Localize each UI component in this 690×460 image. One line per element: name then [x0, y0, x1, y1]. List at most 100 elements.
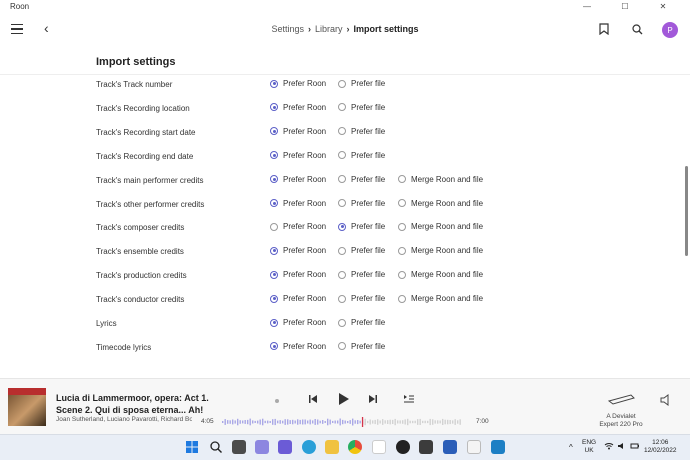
- track-artists[interactable]: Joan Sutherland, Luciano Pavarotti, Rich…: [56, 416, 192, 423]
- radio-option-merge[interactable]: Merge Roon and file: [398, 199, 483, 208]
- radio-button[interactable]: [338, 318, 346, 327]
- radio-option-file[interactable]: Prefer file: [338, 79, 385, 88]
- radio-button[interactable]: [398, 294, 406, 303]
- radio-button[interactable]: [270, 199, 278, 207]
- breadcrumb-settings[interactable]: Settings: [271, 24, 304, 34]
- radio-option-roon[interactable]: Prefer Roon: [270, 151, 326, 160]
- breadcrumb-library[interactable]: Library: [315, 24, 343, 34]
- radio-button[interactable]: [338, 342, 346, 351]
- radio-button[interactable]: [338, 127, 346, 136]
- radio-button[interactable]: [270, 270, 278, 279]
- radio-option-file[interactable]: Prefer file: [338, 175, 385, 184]
- radio-option-merge[interactable]: Merge Roon and file: [398, 270, 483, 279]
- minimize-button[interactable]: —: [572, 0, 602, 13]
- teams-icon[interactable]: [278, 440, 292, 454]
- radio-button[interactable]: [338, 270, 346, 279]
- radio-option-file[interactable]: Prefer file: [338, 318, 385, 327]
- album-cover[interactable]: [8, 388, 46, 426]
- word-icon[interactable]: [443, 440, 457, 454]
- radio-option-roon[interactable]: Prefer Roon: [270, 246, 326, 255]
- roon-taskbar-icon[interactable]: [396, 440, 410, 454]
- app-icon[interactable]: [419, 440, 433, 454]
- radio-button[interactable]: [270, 79, 278, 88]
- radio-option-roon[interactable]: Prefer Roon: [270, 222, 326, 231]
- radio-button[interactable]: [398, 246, 406, 255]
- maximize-button[interactable]: ☐: [610, 0, 640, 13]
- radio-option-roon[interactable]: Prefer Roon: [270, 79, 326, 88]
- windows-start-icon[interactable]: [185, 440, 199, 454]
- radio-option-file[interactable]: Prefer file: [338, 127, 385, 136]
- radio-button[interactable]: [338, 103, 346, 112]
- radio-option-roon[interactable]: Prefer Roon: [270, 127, 326, 136]
- radio-button[interactable]: [270, 318, 278, 327]
- scrollbar-thumb[interactable]: [685, 166, 688, 256]
- avatar[interactable]: P: [662, 22, 678, 38]
- file-explorer-icon[interactable]: [325, 440, 339, 454]
- radio-button[interactable]: [338, 222, 346, 231]
- volume-icon[interactable]: [658, 392, 674, 408]
- speaker-icon[interactable]: [617, 442, 627, 453]
- playhead-marker[interactable]: [361, 417, 364, 427]
- radio-button[interactable]: [338, 151, 346, 160]
- radio-option-file[interactable]: Prefer file: [338, 270, 385, 279]
- radio-option-merge[interactable]: Merge Roon and file: [398, 222, 483, 231]
- radio-option-roon[interactable]: Prefer Roon: [270, 199, 326, 208]
- radio-button[interactable]: [270, 342, 278, 351]
- device-icon[interactable]: [606, 391, 636, 407]
- radio-option-file[interactable]: Prefer file: [338, 199, 385, 208]
- radio-button[interactable]: [338, 199, 346, 207]
- previous-icon[interactable]: [306, 392, 320, 406]
- widgets-icon[interactable]: [255, 440, 269, 454]
- radio-button[interactable]: [398, 199, 406, 207]
- radio-option-file[interactable]: Prefer file: [338, 103, 385, 112]
- search-icon[interactable]: [630, 22, 644, 36]
- radio-button[interactable]: [270, 103, 278, 112]
- close-button[interactable]: ✕: [648, 0, 678, 13]
- radio-option-roon[interactable]: Prefer Roon: [270, 318, 326, 327]
- play-icon[interactable]: [335, 390, 353, 408]
- queue-icon[interactable]: [402, 392, 416, 406]
- radio-button[interactable]: [338, 175, 346, 184]
- bookmark-icon[interactable]: [597, 22, 611, 36]
- language-indicator[interactable]: ENG UK: [582, 439, 596, 455]
- search-taskbar-icon[interactable]: [209, 440, 223, 454]
- wifi-icon[interactable]: [604, 442, 614, 453]
- chevron-up-icon[interactable]: ^: [569, 444, 573, 452]
- track-title-line2[interactable]: Scene 2. Qui di sposa eterna... Ah!: [56, 405, 203, 415]
- radio-option-file[interactable]: Prefer file: [338, 246, 385, 255]
- radio-option-file[interactable]: Prefer file: [338, 222, 385, 231]
- radio-option-merge[interactable]: Merge Roon and file: [398, 294, 483, 303]
- radio-option-roon[interactable]: Prefer Roon: [270, 270, 326, 279]
- radio-option-roon[interactable]: Prefer Roon: [270, 175, 326, 184]
- radio-button[interactable]: [398, 175, 406, 184]
- radio-button[interactable]: [270, 294, 278, 303]
- gmail-icon[interactable]: [372, 440, 386, 454]
- radio-button[interactable]: [398, 222, 406, 231]
- edge-icon[interactable]: [302, 440, 316, 454]
- waveform-seekbar[interactable]: [222, 417, 462, 427]
- radio-button[interactable]: [338, 79, 346, 88]
- battery-icon[interactable]: [630, 442, 640, 453]
- radio-option-file[interactable]: Prefer file: [338, 342, 385, 351]
- photos-icon[interactable]: [491, 440, 505, 454]
- track-title[interactable]: Lucia di Lammermoor, opera: Act 1.: [56, 393, 209, 403]
- radio-button[interactable]: [338, 246, 346, 255]
- radio-option-roon[interactable]: Prefer Roon: [270, 294, 326, 303]
- radio-button[interactable]: [338, 294, 346, 303]
- radio-button[interactable]: [398, 270, 406, 279]
- radio-option-merge[interactable]: Merge Roon and file: [398, 175, 483, 184]
- radio-option-file[interactable]: Prefer file: [338, 294, 385, 303]
- radio-button[interactable]: [270, 127, 278, 136]
- radio-button[interactable]: [270, 175, 278, 184]
- radio-option-file[interactable]: Prefer file: [338, 151, 385, 160]
- task-view-icon[interactable]: [232, 440, 246, 454]
- radio-button[interactable]: [270, 222, 278, 231]
- chrome-icon[interactable]: [348, 440, 362, 454]
- clock[interactable]: 12:06 12/02/2022: [644, 439, 677, 455]
- next-icon[interactable]: [366, 392, 380, 406]
- radio-dot-icon[interactable]: [273, 397, 281, 405]
- notepad-icon[interactable]: [467, 440, 481, 454]
- radio-option-roon[interactable]: Prefer Roon: [270, 103, 326, 112]
- zone-name[interactable]: A Devialet Expert 220 Pro: [598, 413, 644, 429]
- radio-option-roon[interactable]: Prefer Roon: [270, 342, 326, 351]
